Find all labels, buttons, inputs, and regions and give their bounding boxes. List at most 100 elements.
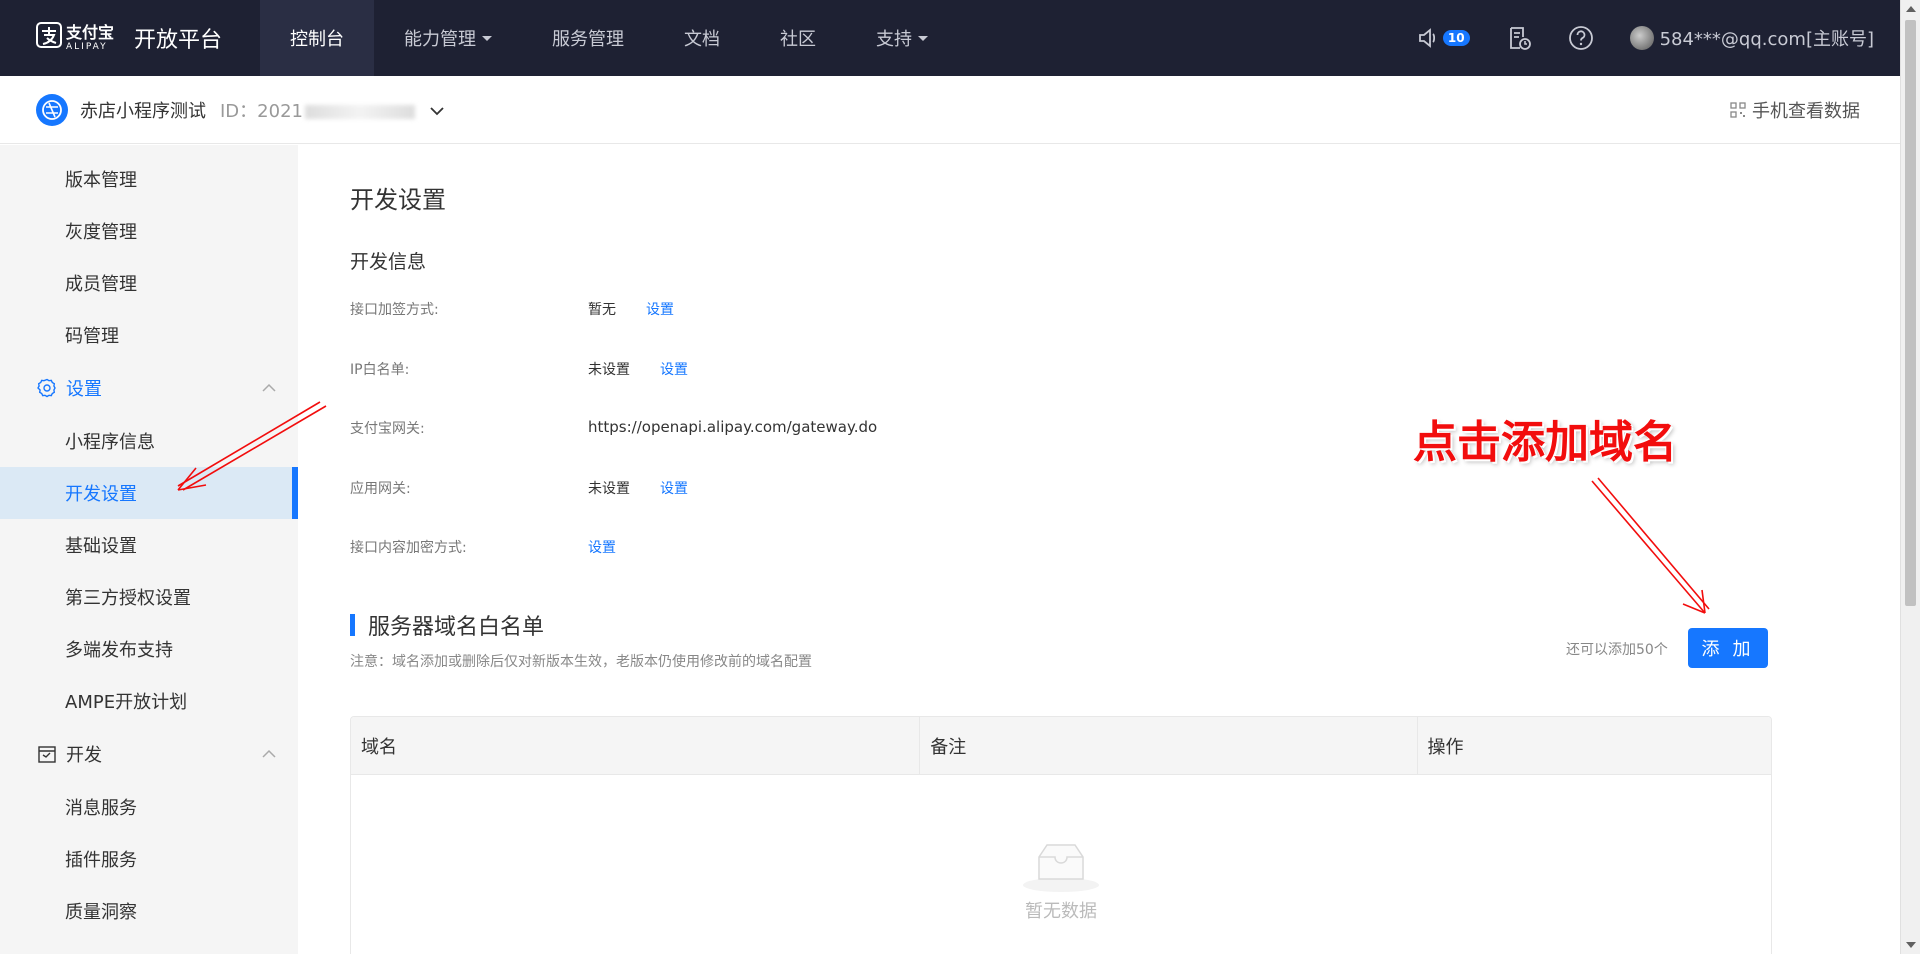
sidebar-item-label: 成员管理 (65, 274, 137, 295)
nav-label: 文档 (684, 29, 720, 50)
app-logo-icon (36, 93, 68, 126)
app-id-redacted (304, 104, 415, 119)
gateway-url: https://openapi.alipay.com/gateway.do (588, 418, 878, 436)
nav-item-community[interactable]: 社区 (750, 0, 846, 76)
notification-button[interactable]: 10 (1417, 27, 1470, 49)
sidebar-item-label: 灰度管理 (65, 222, 137, 243)
app-id: ID：2021 (220, 100, 303, 122)
chevron-up-icon (262, 383, 276, 393)
table-header: 域名 备注 操作 (351, 717, 1771, 775)
title-accent-bar (350, 614, 355, 636)
app-name: 赤店小程序测试 (80, 100, 206, 122)
info-row-sign: 接口加签方式: 暂无 设置 (350, 299, 674, 319)
section-title: 开发信息 (350, 251, 427, 273)
brand[interactable]: 支付宝 ALIPAY 开放平台 (0, 0, 260, 76)
empty-text: 暂无数据 (1025, 901, 1097, 922)
info-row-encrypt: 接口内容加密方式: 设置 (350, 537, 616, 557)
info-label: 支付宝网关: (350, 421, 425, 437)
encrypt-settings-link[interactable]: 设置 (588, 537, 616, 557)
sidebar-item-label: 第三方授权设置 (65, 588, 191, 609)
mobile-data-button[interactable]: 手机查看数据 (1730, 97, 1860, 123)
sidebar-group-label: 设置 (66, 379, 102, 400)
nav-item-capability[interactable]: 能力管理 (374, 0, 522, 76)
sidebar-item-label: 开发设置 (65, 484, 137, 505)
column-header-action: 操作 (1427, 736, 1464, 758)
annotation-text: 点击添加域名 (1413, 417, 1677, 468)
sidebar-item-dev-settings[interactable]: 开发设置 (0, 467, 298, 519)
whitelist-title: 服务器域名白名单 (350, 609, 544, 641)
info-label: 接口内容加密方式: (350, 540, 467, 556)
sidebar-item-third-party-auth[interactable]: 第三方授权设置 (0, 571, 298, 623)
nav-label: 能力管理 (404, 29, 476, 50)
whitelist-title-text: 服务器域名白名单 (368, 615, 545, 640)
main-content: 开发设置 开发信息 接口加签方式: 暂无 设置 IP白名单: 未设置 设置 支付… (298, 145, 1900, 954)
sidebar-item-code[interactable]: 码管理 (0, 309, 298, 361)
chevron-down-icon (429, 105, 445, 117)
sidebar-item-quality[interactable]: 质量洞察 (0, 885, 298, 937)
scrollbar[interactable] (1900, 0, 1920, 954)
sidebar-item-version[interactable]: 版本管理 (0, 153, 298, 205)
help-button[interactable] (1568, 25, 1594, 51)
user-menu[interactable]: 584***@qq.com[主账号] (1629, 25, 1874, 51)
qrcode-icon (1730, 101, 1746, 118)
sidebar-item-app-info[interactable]: 小程序信息 (0, 415, 298, 467)
info-value: 暂无 (588, 302, 616, 318)
column-header-remark: 备注 (920, 717, 1418, 774)
sidebar-group-label: 开发 (66, 745, 102, 766)
ip-whitelist-settings-link[interactable]: 设置 (660, 359, 688, 379)
notification-badge: 10 (1442, 30, 1470, 46)
sign-settings-link[interactable]: 设置 (646, 299, 674, 319)
mobile-data-label: 手机查看数据 (1752, 100, 1860, 122)
empty-state: 暂无数据 (351, 837, 1771, 923)
sidebar-item-label: 插件服务 (65, 850, 137, 871)
sidebar-item-message[interactable]: 消息服务 (0, 781, 298, 833)
user-account: 584***@qq.com[主账号] (1659, 29, 1874, 50)
info-value: 未设置 (588, 362, 630, 378)
sidebar-item-multi-publish[interactable]: 多端发布支持 (0, 623, 298, 675)
whitelist-note: 注意：域名添加或删除后仅对新版本生效，老版本仍使用修改前的域名配置 (350, 654, 812, 670)
app-gateway-settings-link[interactable]: 设置 (660, 478, 688, 498)
empty-box-icon (1023, 844, 1099, 892)
app-header: 赤店小程序测试 ID：2021 手机查看数据 (0, 76, 1900, 144)
sidebar-group-dev[interactable]: 开发 (0, 727, 298, 781)
nav-item-console[interactable]: 控制台 (260, 0, 374, 76)
domain-table: 域名 备注 操作 暂无数据 (350, 716, 1772, 954)
nav-item-support[interactable]: 支持 (846, 0, 958, 76)
sidebar-item-ampe[interactable]: AMPE开放计划 (0, 675, 298, 727)
info-label: IP白名单: (350, 362, 410, 378)
sidebar-item-label: 质量洞察 (65, 902, 137, 923)
scroll-down-arrow[interactable] (1906, 942, 1916, 948)
info-label: 接口加签方式: (350, 302, 439, 318)
sidebar-item-label: AMPE开放计划 (65, 692, 188, 713)
nav-label: 服务管理 (552, 29, 624, 50)
sidebar-item-label: 小程序信息 (65, 432, 155, 453)
nav-item-docs[interactable]: 文档 (654, 0, 750, 76)
sidebar-item-gray[interactable]: 灰度管理 (0, 205, 298, 257)
sidebar-item-basic-settings[interactable]: 基础设置 (0, 519, 298, 571)
top-nav: 支付宝 ALIPAY 开放平台 控制台 能力管理 服务管理 文档 社区 支持 1… (0, 0, 1900, 76)
info-row-gateway: 支付宝网关: https://openapi.alipay.com/gatewa… (350, 418, 877, 438)
work-order-button[interactable] (1506, 25, 1532, 51)
sidebar-item-label: 基础设置 (65, 536, 137, 557)
info-row-ip: IP白名单: 未设置 设置 (350, 359, 688, 379)
caret-down-icon (482, 35, 492, 41)
sidebar-item-label: 码管理 (65, 326, 119, 347)
sidebar-group-settings[interactable]: 设置 (0, 361, 298, 415)
platform-name: 开放平台 (134, 28, 223, 53)
sidebar-item-label: 消息服务 (65, 798, 137, 819)
add-domain-button[interactable]: 添 加 (1688, 628, 1768, 668)
calendar-icon (37, 744, 57, 764)
page-title: 开发设置 (350, 186, 446, 214)
info-row-app-gateway: 应用网关: 未设置 设置 (350, 478, 688, 498)
sidebar-item-members[interactable]: 成员管理 (0, 257, 298, 309)
info-label: 应用网关: (350, 481, 411, 497)
app-id-selector[interactable]: ID：2021 (220, 97, 445, 123)
nav-label: 控制台 (290, 29, 344, 50)
sidebar-item-label: 多端发布支持 (65, 640, 173, 661)
scroll-up-arrow[interactable] (1906, 6, 1916, 12)
avatar (1629, 26, 1654, 50)
chevron-up-icon (262, 749, 276, 759)
nav-item-service[interactable]: 服务管理 (522, 0, 654, 76)
scrollbar-thumb[interactable] (1905, 20, 1916, 606)
sidebar-item-plugin[interactable]: 插件服务 (0, 833, 298, 885)
